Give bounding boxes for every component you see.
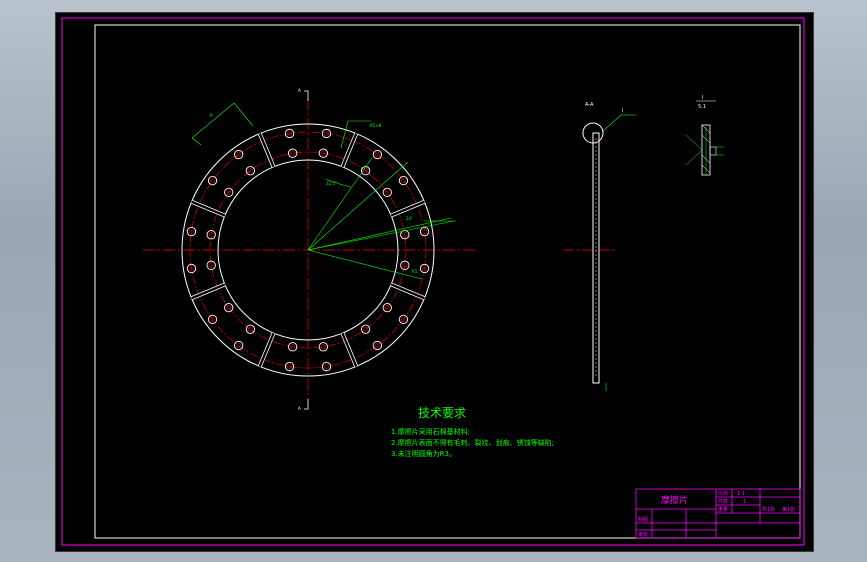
rivet-hole-center	[363, 326, 369, 332]
rivet-hole	[398, 175, 409, 186]
rivet-hole-center	[401, 178, 406, 184]
requirement-item-3: 3.未注明圆角为R3。	[391, 449, 456, 458]
rivet-hole	[372, 149, 383, 160]
section-label: A-A	[585, 102, 594, 108]
detail-view: I 5:1	[685, 95, 724, 176]
weight-label: 重量	[718, 506, 728, 513]
dimension-note-radius: R1	[412, 269, 418, 274]
segment-gap-inner	[390, 200, 425, 217]
sheet-value: 第1张	[782, 506, 795, 513]
checked-label: 审核	[638, 531, 648, 538]
requirement-item-2: 2.摩擦片表面不得有毛刺、裂纹、划痕、锈蚀等缺陷;	[391, 438, 554, 447]
dimension-note-angle: 22.5°	[326, 181, 337, 186]
detail-scale: 5:1	[698, 104, 706, 110]
rivet-hole-center	[374, 343, 380, 348]
dimension-note-angle2: 20°	[406, 216, 413, 221]
segment-gap-inner	[341, 133, 358, 168]
requirements-title: 技术要求	[418, 406, 466, 420]
detail-callout: I	[622, 108, 623, 114]
scale-label: 比例	[718, 490, 728, 497]
sheet-label: 共1张	[762, 506, 775, 513]
front-view: R5×8 R 22.5° 20° R1 A A	[143, 88, 478, 411]
quantity-value: 1	[743, 499, 746, 505]
segment-gap-inner	[258, 133, 275, 168]
rivet-hole	[360, 324, 371, 334]
part-name: 摩擦片	[661, 494, 688, 506]
dimension-note-left: R	[210, 113, 213, 118]
segment-gap-inner	[390, 283, 425, 300]
rivet-hole-center	[374, 152, 380, 157]
outer-frame	[61, 17, 805, 546]
rivet-hole	[372, 340, 383, 351]
quantity-label: 件数	[718, 498, 728, 505]
segment-gap-inner	[341, 332, 358, 367]
dimension-lines	[191, 102, 456, 280]
technical-requirements: 技术要求 1.摩擦片采用石棉基材料; 2.摩擦片表面不得有毛刺、裂纹、划痕、锈蚀…	[391, 406, 554, 458]
section-mark-top: A	[298, 88, 301, 93]
section-view: A-A I	[564, 102, 636, 391]
drawing-viewport[interactable]: R5×8 R 22.5° 20° R1 A A A-A I I 5:1 技术要求…	[55, 12, 814, 552]
rivet-hole	[321, 361, 332, 372]
segment-gap-inner	[258, 332, 275, 367]
inner-frame	[94, 24, 801, 539]
scale-value: 1:1	[737, 491, 745, 497]
segment-gap-inner	[191, 283, 226, 300]
rivet-hole	[419, 226, 430, 237]
segment-gap-inner	[191, 200, 226, 217]
detail-label: I	[702, 95, 703, 101]
drawn-label: 制图	[638, 516, 648, 523]
dimension-note-top: R5×8	[370, 123, 382, 128]
rivet-hole	[318, 342, 328, 352]
section-mark-bottom: A	[298, 406, 301, 411]
requirement-item-1: 1.摩擦片采用石棉基材料;	[391, 427, 470, 436]
